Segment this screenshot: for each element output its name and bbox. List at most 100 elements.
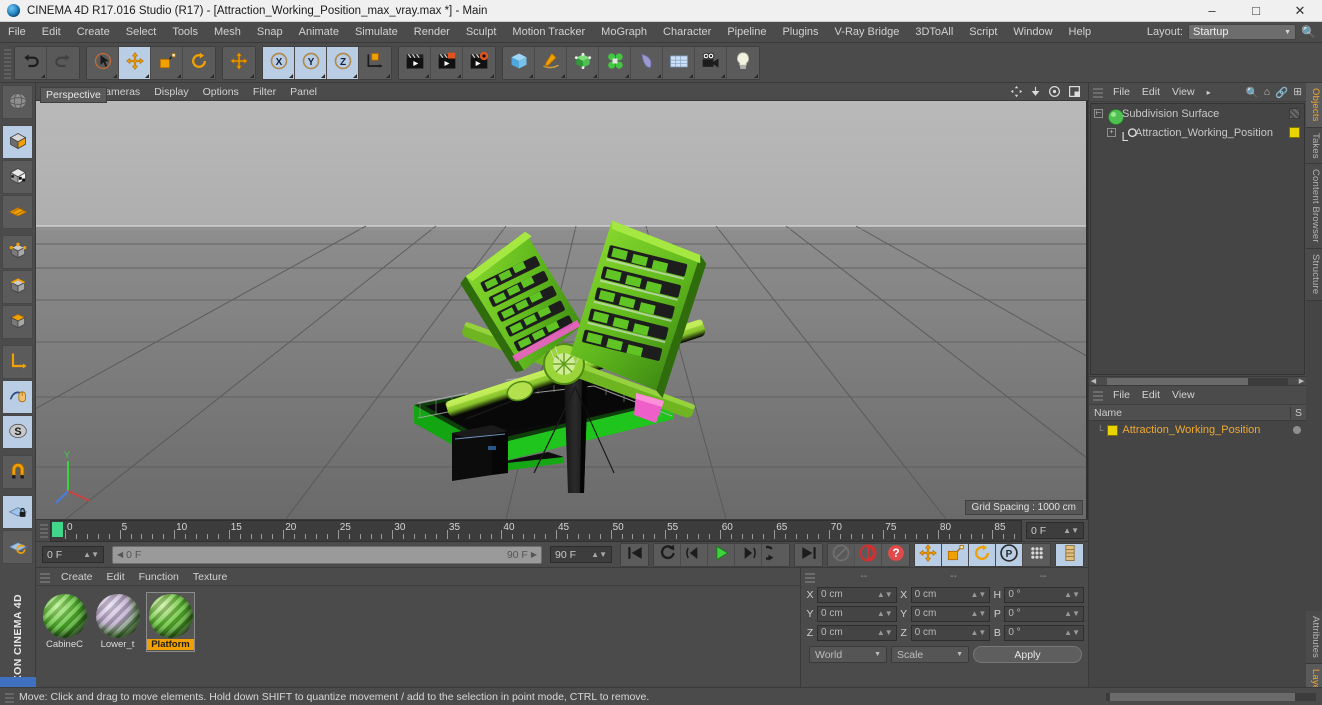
menu-select[interactable]: Select <box>118 22 165 43</box>
expand-toggle-icon[interactable]: ⊢ <box>1094 109 1103 118</box>
add-cube-button[interactable] <box>503 46 535 79</box>
render-settings-button[interactable] <box>463 46 495 79</box>
object-tree[interactable]: ⊢ Subdivision Surface + L Attraction_Working… <box>1090 103 1305 375</box>
timeline-ruler[interactable]: 051015202530354045505560657075808590 <box>50 519 1022 542</box>
search-icon[interactable]: 🔍 <box>1301 25 1316 39</box>
material-menu-texture[interactable]: Texture <box>186 571 234 583</box>
rotation-p-field[interactable]: 0 ° ▲▼ <box>1004 605 1085 622</box>
menu-simulate[interactable]: Simulate <box>347 22 406 43</box>
y-axis-lock[interactable]: Y <box>295 46 327 79</box>
add-scene-object-button[interactable] <box>663 46 695 79</box>
orbit-icon[interactable] <box>1048 85 1061 98</box>
position-y-field[interactable]: 0 cm ▲▼ <box>817 605 897 622</box>
point-mode-button[interactable] <box>2 235 33 269</box>
layer-menu-edit[interactable]: Edit <box>1136 389 1166 401</box>
workplane-rotate-button[interactable] <box>2 530 33 564</box>
horizontal-scrollbar[interactable] <box>1106 692 1316 701</box>
x-axis-lock[interactable]: X <box>263 46 295 79</box>
step-back-button[interactable] <box>681 543 708 566</box>
texture-mode-button[interactable] <box>2 160 33 194</box>
workplane-lock-button[interactable] <box>2 495 33 529</box>
search-icon[interactable]: 🔍 <box>1246 86 1259 99</box>
object-tag[interactable] <box>1289 127 1300 138</box>
vtab-objects[interactable]: Objects <box>1306 83 1322 128</box>
close-button[interactable]: ✕ <box>1278 0 1322 21</box>
pan-icon[interactable] <box>1010 85 1023 98</box>
menu-mesh[interactable]: Mesh <box>206 22 249 43</box>
menu-window[interactable]: Window <box>1005 22 1060 43</box>
edge-mode-button[interactable] <box>2 270 33 304</box>
scale-key-button[interactable] <box>942 543 969 566</box>
go-to-start-button[interactable] <box>621 543 648 566</box>
add-deformer-button[interactable] <box>631 46 663 79</box>
vtab-attributes[interactable]: Attributes <box>1306 611 1322 665</box>
status-bar-grip[interactable] <box>5 690 14 703</box>
object-layer-swatch[interactable] <box>1289 108 1300 119</box>
z-axis-lock[interactable]: Z <box>327 46 359 79</box>
material-manager-grip[interactable] <box>40 570 50 583</box>
render-view-button[interactable] <box>399 46 431 79</box>
rotation-h-field[interactable]: 0 ° ▲▼ <box>1004 586 1085 603</box>
timeline-scrub-bar[interactable]: ◀ 0 F 90 F ▶ <box>112 545 542 564</box>
menu-3dtoall[interactable]: 3DToAll <box>907 22 961 43</box>
timeline-playhead[interactable] <box>52 521 63 537</box>
undo-button[interactable] <box>15 46 47 79</box>
layout-select[interactable]: Startup ▼ <box>1188 24 1296 40</box>
position-key-button[interactable] <box>915 543 942 566</box>
render-region-button[interactable] <box>431 46 463 79</box>
scrub-left-arrow-icon[interactable]: ◀ <box>117 550 123 559</box>
link-icon[interactable]: 🔗 <box>1275 86 1288 99</box>
point-level-animation-button[interactable] <box>1023 543 1050 566</box>
layer-menu-file[interactable]: File <box>1107 389 1136 401</box>
coordinates-grip[interactable] <box>805 570 815 583</box>
rotation-b-field[interactable]: 0 ° ▲▼ <box>1004 624 1085 641</box>
dolly-icon[interactable] <box>1030 85 1041 98</box>
material-item[interactable]: CabineC <box>40 592 89 652</box>
magnet-tool-button[interactable] <box>2 455 33 489</box>
object-manager-grip[interactable] <box>1093 86 1103 98</box>
vtab-takes[interactable]: Takes <box>1306 127 1322 165</box>
menu-file[interactable]: File <box>0 22 34 43</box>
menu-sculpt[interactable]: Sculpt <box>458 22 505 43</box>
vtab-content-browser[interactable]: Content Browser <box>1306 164 1322 250</box>
coordinate-system-select[interactable]: World ▼ <box>809 646 887 663</box>
layer-list[interactable]: └ Attraction_Working_Position <box>1089 421 1306 696</box>
layer-row[interactable]: └ Attraction_Working_Position <box>1089 421 1306 439</box>
size-z-field[interactable]: 0 cm ▲▼ <box>910 624 991 641</box>
object-tree-row[interactable]: + L Attraction_Working_Position <box>1091 123 1304 144</box>
material-menu-function[interactable]: Function <box>132 571 186 583</box>
viewport-menu-display[interactable]: Display <box>147 86 195 98</box>
maximize-button[interactable]: □ <box>1234 0 1278 21</box>
menu-help[interactable]: Help <box>1061 22 1100 43</box>
workplane-mode-button[interactable] <box>2 195 33 229</box>
viewport-solo-button[interactable] <box>2 380 33 414</box>
rotation-key-button[interactable] <box>969 543 996 566</box>
menu-motion-tracker[interactable]: Motion Tracker <box>504 22 593 43</box>
expand-icon[interactable]: ⊞ <box>1293 86 1302 99</box>
add-spline-button[interactable] <box>535 46 567 79</box>
material-item[interactable]: Platform <box>146 592 195 652</box>
scroll-right-icon[interactable]: ▶ <box>1297 377 1306 385</box>
menu-render[interactable]: Render <box>406 22 458 43</box>
viewport-menu-panel[interactable]: Panel <box>283 86 324 98</box>
timeline-view-button[interactable] <box>1056 543 1083 566</box>
keyframe-selection-button[interactable]: ? <box>882 543 909 566</box>
minimize-button[interactable]: – <box>1190 0 1234 21</box>
menu-v-ray-bridge[interactable]: V-Ray Bridge <box>827 22 908 43</box>
current-frame-field[interactable]: 0 F ▲▼ <box>1026 522 1084 539</box>
size-y-field[interactable]: 0 cm ▲▼ <box>910 605 991 622</box>
add-mograph-button[interactable] <box>599 46 631 79</box>
add-camera-button[interactable] <box>695 46 727 79</box>
scroll-left-icon[interactable]: ◀ <box>1089 377 1098 385</box>
object-manager-scrollbar[interactable]: ◀ ▶ <box>1089 376 1306 385</box>
object-menu-edit[interactable]: Edit <box>1136 86 1166 98</box>
play-button[interactable] <box>708 543 735 566</box>
menu-character[interactable]: Character <box>655 22 719 43</box>
menu-edit[interactable]: Edit <box>34 22 69 43</box>
object-menu-file[interactable]: File <box>1107 86 1136 98</box>
make-editable-button[interactable] <box>2 85 33 119</box>
step-forward-button[interactable] <box>735 543 762 566</box>
viewport[interactable]: ViewCamerasDisplayOptionsFilterPanel <box>36 83 1088 519</box>
menu-script[interactable]: Script <box>961 22 1005 43</box>
layer-menu-view[interactable]: View <box>1166 389 1201 401</box>
